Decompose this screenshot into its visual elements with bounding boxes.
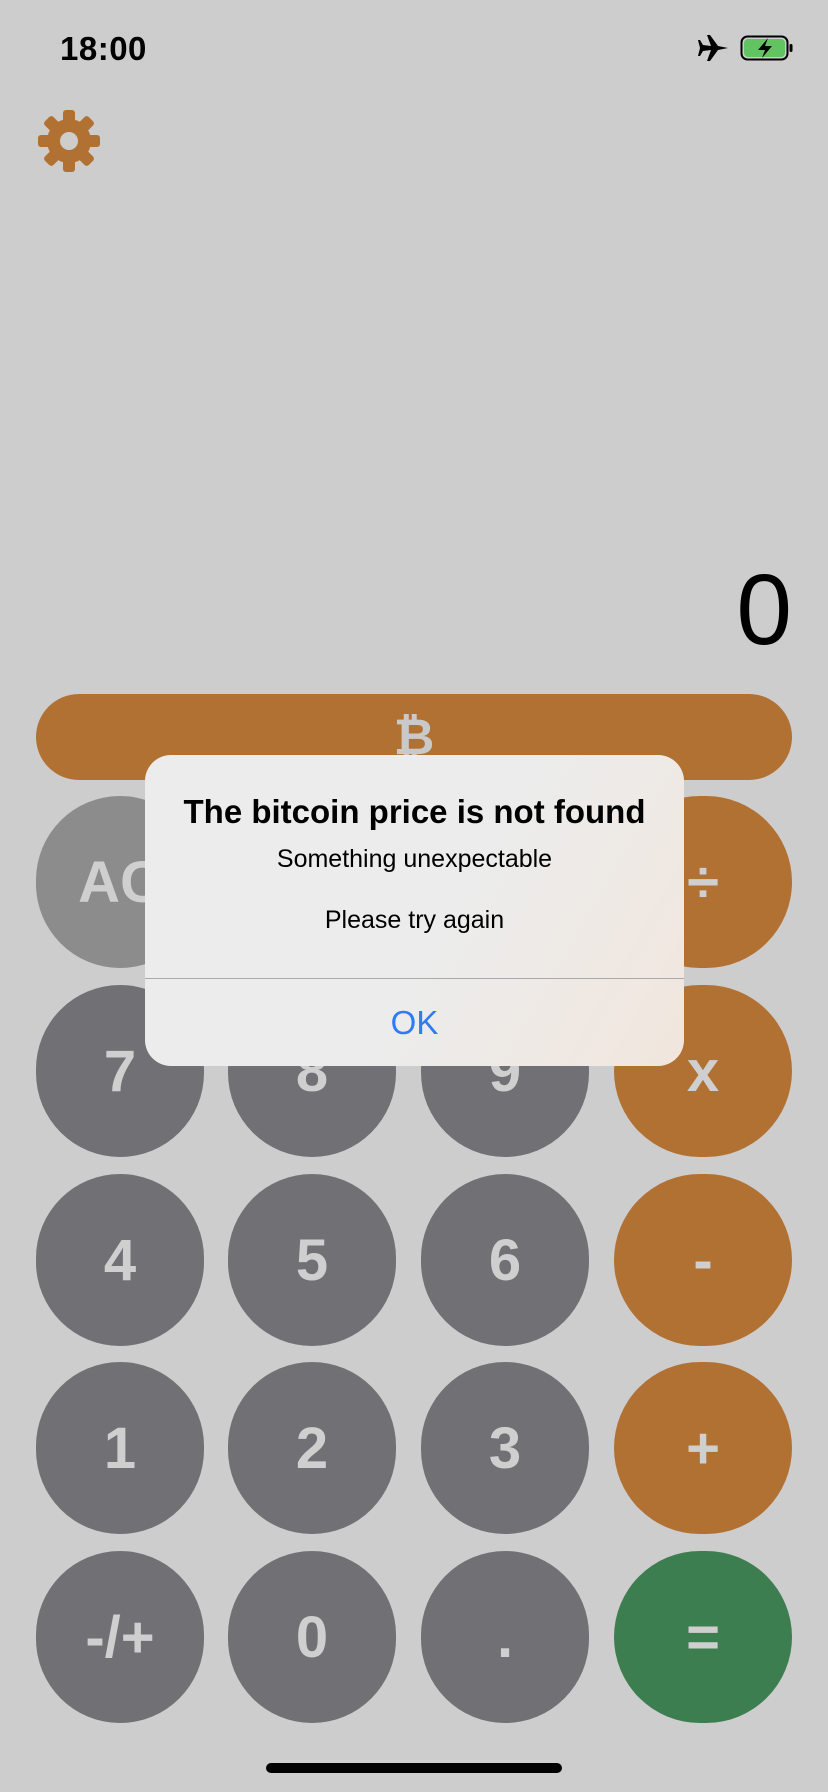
digit-3-button[interactable]: 3 [421, 1362, 589, 1534]
alert-message-line2: Please try again [324, 906, 505, 934]
digit-0-button[interactable]: 0 [228, 1551, 396, 1723]
error-alert-dialog: The bitcoin price is not found Something… [145, 755, 684, 1066]
decimal-point-button[interactable]: . [421, 1551, 589, 1723]
alert-ok-button[interactable]: OK [145, 979, 684, 1066]
calculator-display: 0 [736, 554, 792, 666]
digit-2-button[interactable]: 2 [228, 1362, 396, 1534]
equals-button[interactable]: = [614, 1551, 792, 1723]
alert-title: The bitcoin price is not found [183, 793, 646, 830]
status-time: 18:00 [60, 30, 147, 67]
digit-5-button[interactable]: 5 [228, 1174, 396, 1346]
airplane-mode-icon [698, 34, 730, 67]
home-indicator[interactable] [266, 1763, 562, 1773]
plus-button[interactable]: + [614, 1362, 792, 1534]
status-icons [698, 34, 794, 67]
battery-charging-icon [740, 34, 794, 67]
digit-6-button[interactable]: 6 [421, 1174, 589, 1346]
settings-gear-icon[interactable] [36, 108, 102, 174]
sign-toggle-button[interactable]: -/+ [36, 1551, 204, 1723]
digit-4-button[interactable]: 4 [36, 1174, 204, 1346]
digit-1-button[interactable]: 1 [36, 1362, 204, 1534]
alert-message-line1: Something unexpectable [276, 845, 553, 873]
minus-button[interactable]: - [614, 1174, 792, 1346]
